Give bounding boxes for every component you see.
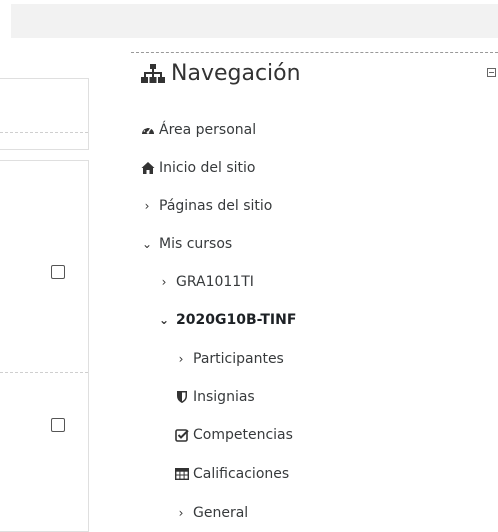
nav-item-inicio-del-sitio[interactable]: Inicio del sitio [141,160,255,176]
nav-item-label: General [193,505,249,521]
nav-item-mis-cursos[interactable]: ⌄ Mis cursos [141,236,232,252]
nav-item-label: Mis cursos [159,236,233,252]
nav-item-label: 2020G10B-TINF [176,312,297,328]
nav-item-insignias[interactable]: Insignias [175,389,255,405]
nav-item-course-gra1011ti[interactable]: › GRA1011TI [158,274,254,290]
navigation-block-header: Navegación [141,61,301,86]
nav-item-participantes[interactable]: › Participantes [175,351,284,367]
navigation-title: Navegación [171,61,301,86]
nav-item-label: Insignias [193,389,255,405]
table-icon [175,467,189,481]
nav-item-general[interactable]: › General [175,505,249,521]
nav-item-label: GRA1011TI [176,274,254,290]
activity-checkbox[interactable] [51,418,65,432]
home-icon [141,161,155,175]
nav-item-label: Participantes [193,351,284,367]
left-card-list [0,160,89,532]
nav-item-paginas-del-sitio[interactable]: › Páginas del sitio [141,198,273,214]
chevron-right-icon: › [144,199,150,213]
chevron-down-icon: ⌄ [141,237,153,251]
chevron-down-icon: ⌄ [158,313,170,327]
activity-checkbox[interactable] [51,265,65,279]
navigation-block-border [131,52,498,53]
nav-item-calificaciones[interactable]: Calificaciones [175,466,289,482]
shield-icon [175,390,189,404]
nav-item-course-2020g10b-tinf[interactable]: ⌄ 2020G10B-TINF [158,312,296,328]
divider [0,372,88,373]
nav-item-label: Calificaciones [193,466,290,482]
chevron-right-icon: › [161,275,167,289]
nav-item-label: Inicio del sitio [159,160,256,176]
top-bar [11,4,498,38]
left-card-top [0,78,89,150]
nav-item-competencias[interactable]: Competencias [175,427,293,443]
collapse-block-icon[interactable] [487,68,496,77]
nav-item-label: Páginas del sitio [159,198,273,214]
nav-item-label: Competencias [193,427,293,443]
checkbox-icon [175,428,189,442]
chevron-right-icon: › [178,352,184,366]
divider [0,132,88,133]
nav-item-label: Área personal [159,122,257,138]
chevron-right-icon: › [178,506,184,520]
dashboard-icon [141,123,155,137]
nav-item-area-personal[interactable]: Área personal [141,122,256,138]
sitemap-icon [141,63,165,83]
